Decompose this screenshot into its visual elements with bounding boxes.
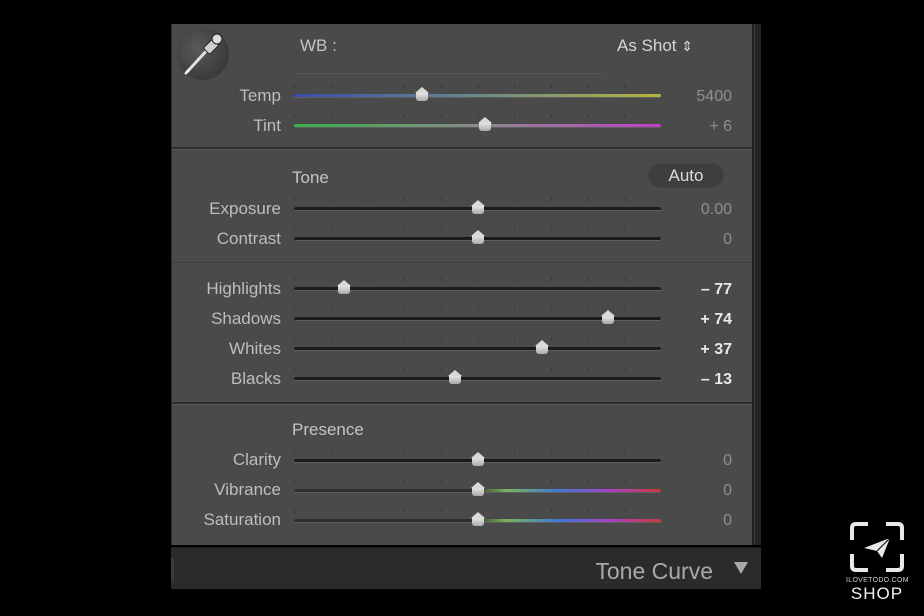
tint-slider[interactable] xyxy=(294,114,661,133)
shadows-label: Shadows xyxy=(211,309,281,328)
auto-tone-button[interactable]: Auto xyxy=(648,163,724,188)
contrast-slider[interactable] xyxy=(294,227,661,246)
exposure-thumb[interactable] xyxy=(470,200,485,216)
vibrance-label: Vibrance xyxy=(214,480,281,499)
highlights-thumb[interactable] xyxy=(336,280,351,296)
tone-heading: Tone xyxy=(292,168,329,187)
eyedropper-icon xyxy=(184,33,223,75)
wb-tone-divider xyxy=(172,147,752,150)
wb-preset-value: As Shot xyxy=(617,36,677,55)
clarity-value[interactable]: 0 xyxy=(662,452,732,470)
wb-divider xyxy=(294,73,604,74)
temp-slider[interactable] xyxy=(294,84,661,103)
white-balance-eyedropper-button[interactable] xyxy=(177,28,229,80)
contrast-label: Contrast xyxy=(216,229,281,248)
whites-slider[interactable] xyxy=(294,337,661,356)
watermark-logo: ILOVETODO.COM SHOP xyxy=(846,520,909,603)
panel-edge xyxy=(171,558,174,580)
contrast-value[interactable]: 0 xyxy=(662,231,732,249)
contrast-thumb[interactable] xyxy=(470,230,485,246)
temp-track xyxy=(294,94,661,98)
blacks-slider[interactable] xyxy=(294,367,661,386)
tint-thumb[interactable] xyxy=(477,117,492,133)
tint-label: Tint xyxy=(253,116,281,135)
whites-track xyxy=(294,347,661,351)
whites-label: Whites xyxy=(229,339,281,358)
tone-presence-divider xyxy=(172,402,752,405)
temp-value[interactable]: 5400 xyxy=(662,88,732,106)
blacks-label: Blacks xyxy=(230,369,281,388)
tone-subdivider xyxy=(172,262,752,263)
saturation-slider[interactable] xyxy=(294,509,661,528)
clarity-label: Clarity xyxy=(232,450,281,469)
exposure-value[interactable]: 0.00 xyxy=(662,201,732,219)
collapse-triangle-icon[interactable] xyxy=(734,562,748,574)
scan-frame-plane-icon xyxy=(850,522,904,572)
presence-heading: Presence xyxy=(292,420,364,439)
highlights-slider[interactable] xyxy=(294,277,661,296)
shadows-slider[interactable] xyxy=(294,307,661,326)
whites-ticks xyxy=(294,337,661,341)
temp-thumb[interactable] xyxy=(415,87,430,103)
vibrance-value[interactable]: 0 xyxy=(662,482,732,500)
vibrance-thumb[interactable] xyxy=(470,482,485,498)
vibrance-slider[interactable] xyxy=(294,479,661,498)
clarity-thumb[interactable] xyxy=(470,452,485,468)
exposure-label: Exposure xyxy=(209,199,281,218)
highlights-label: Highlights xyxy=(206,279,281,298)
temp-label: Temp xyxy=(239,86,281,105)
tone-curve-title[interactable]: Tone Curve xyxy=(595,558,713,585)
shadows-thumb[interactable] xyxy=(600,310,615,326)
tone-curve-panel-header[interactable]: Tone Curve xyxy=(171,547,761,589)
wb-label: WB : xyxy=(300,36,337,55)
panel-scrollbar[interactable] xyxy=(754,24,761,545)
saturation-value[interactable]: 0 xyxy=(662,512,732,530)
highlights-value[interactable]: – 77 xyxy=(662,281,732,299)
whites-thumb[interactable] xyxy=(534,340,549,356)
tint-value[interactable]: + 6 xyxy=(662,118,732,136)
saturation-thumb[interactable] xyxy=(470,512,485,528)
shadows-value[interactable]: + 74 xyxy=(662,311,732,329)
whites-value[interactable]: + 37 xyxy=(662,341,732,359)
wb-preset-select[interactable]: As Shot ⇕ xyxy=(617,36,693,56)
saturation-label: Saturation xyxy=(203,510,282,529)
exposure-slider[interactable] xyxy=(294,197,661,216)
blacks-track xyxy=(294,377,661,381)
watermark-brand: SHOP xyxy=(850,584,904,603)
updown-arrows-icon: ⇕ xyxy=(681,38,694,54)
basic-panel: WB : As Shot ⇕ Temp 5400 Tint + 6 Tone A… xyxy=(171,24,754,545)
clarity-slider[interactable] xyxy=(294,449,661,468)
watermark-site: ILOVETODO.COM xyxy=(846,577,909,584)
blacks-thumb[interactable] xyxy=(448,370,463,386)
temp-ticks xyxy=(294,84,661,88)
blacks-ticks xyxy=(294,367,661,371)
blacks-value[interactable]: – 13 xyxy=(662,371,732,389)
